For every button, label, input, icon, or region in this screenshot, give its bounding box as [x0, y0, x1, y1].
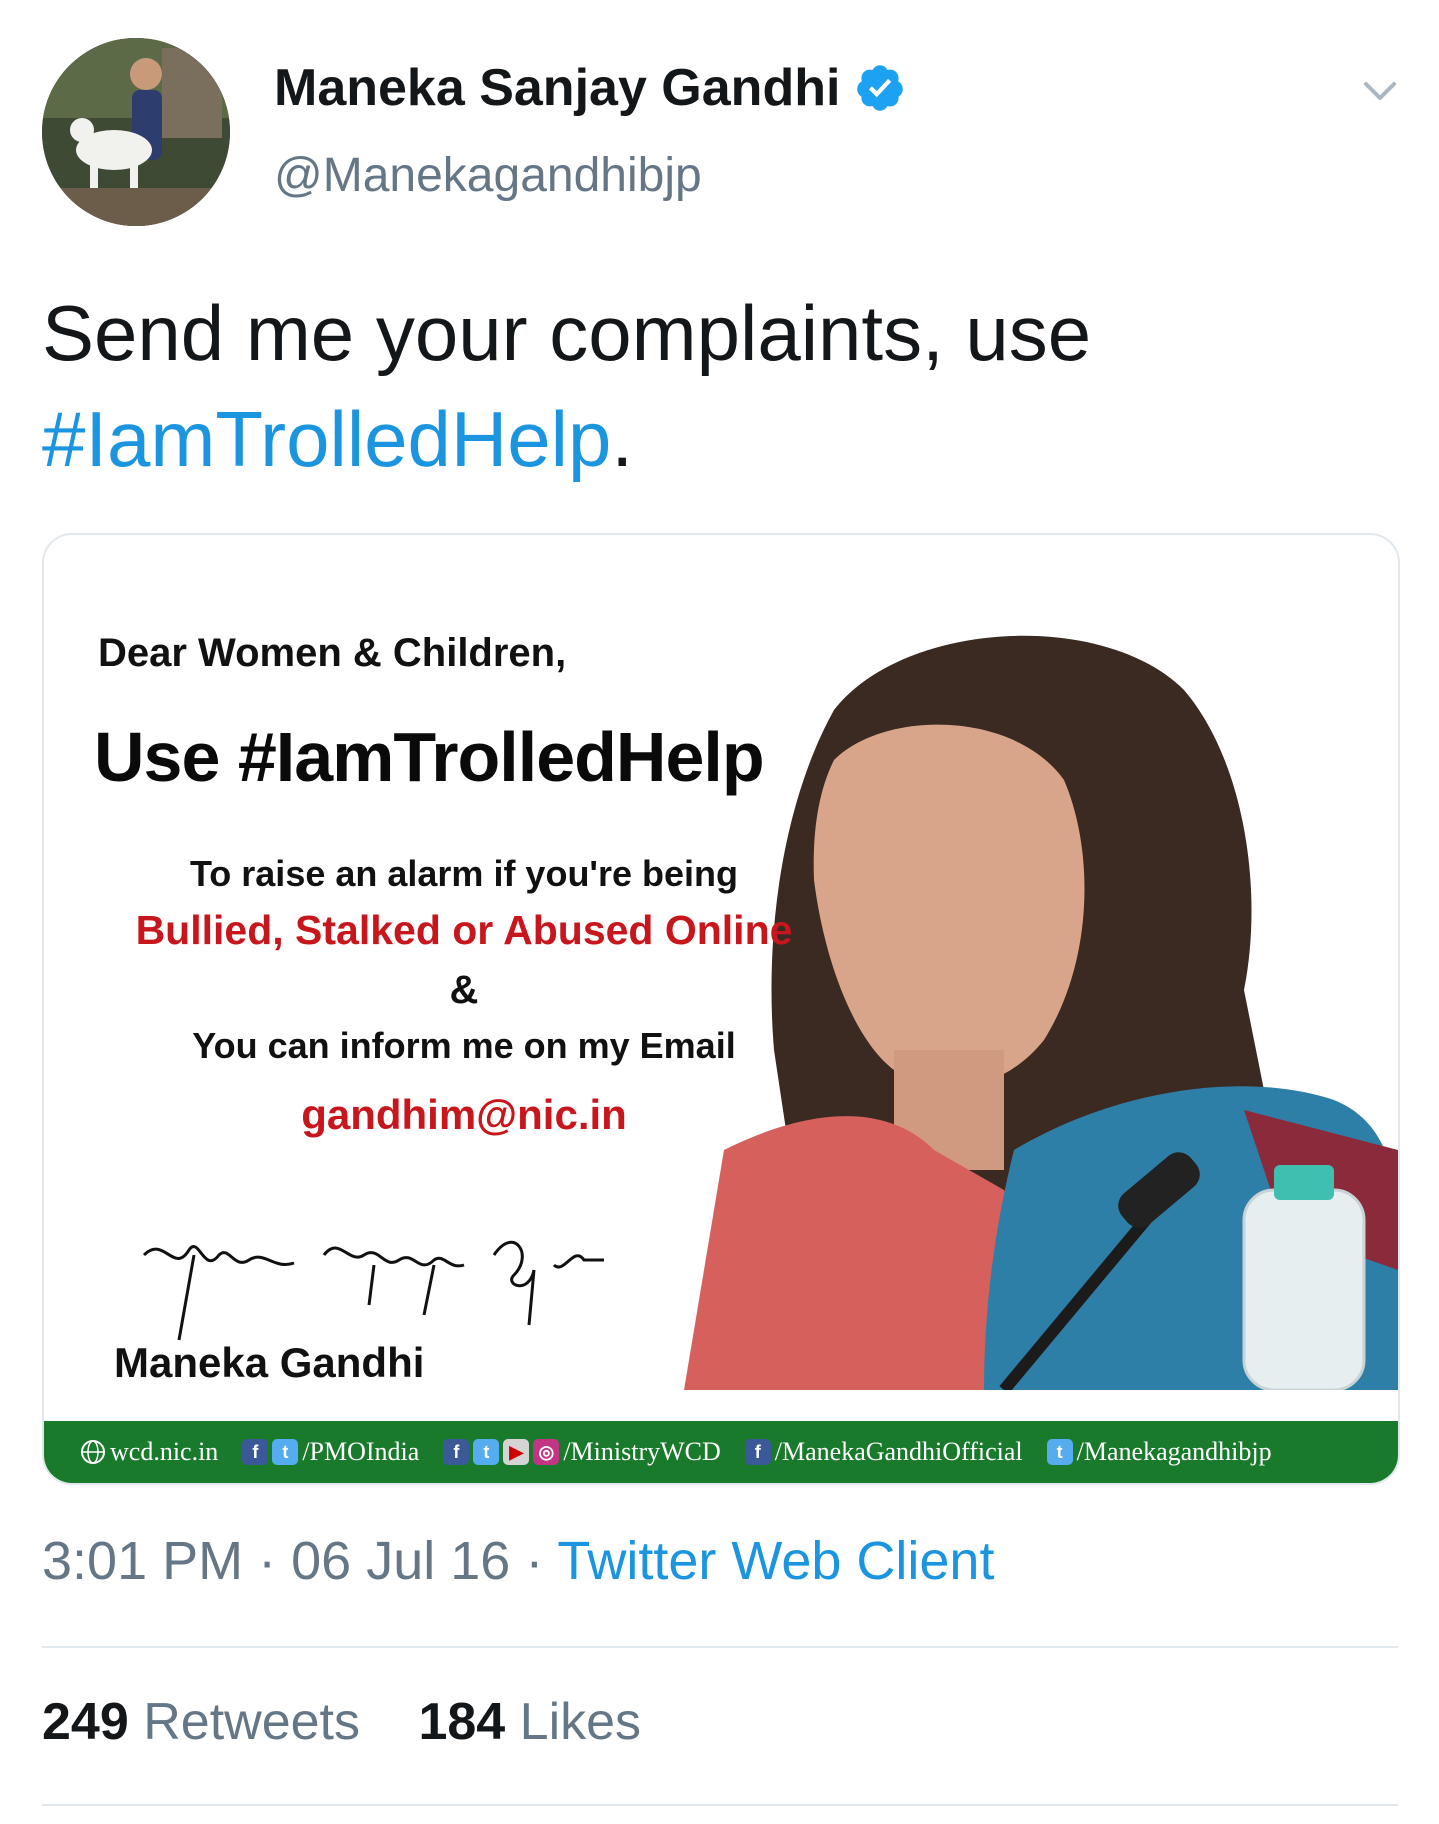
- footer-official: f /ManekaGandhiOfficial: [744, 1437, 1023, 1467]
- retweets-stat[interactable]: 249 Retweets: [42, 1692, 360, 1752]
- twitter-icon: t: [1046, 1439, 1073, 1465]
- author-avatar[interactable]: [42, 38, 230, 226]
- poster-line-email-intro: You can inform me on my Email: [192, 1025, 736, 1066]
- tweet-meta: 3:01 PM · 06 Jul 16 · Twitter Web Client: [42, 1530, 994, 1592]
- poster-greeting: Dear Women & Children,: [98, 631, 567, 675]
- footer-twitter: t /Manekagandhibjp: [1046, 1437, 1272, 1467]
- tweet-date[interactable]: 06 Jul 16: [291, 1531, 510, 1591]
- author-name[interactable]: Maneka Sanjay Gandhi: [274, 56, 906, 120]
- poster-signed-name: Maneka Gandhi: [114, 1339, 425, 1386]
- meta-separator: ·: [258, 1531, 277, 1591]
- likes-count: 184: [418, 1693, 506, 1751]
- twitter-icon: t: [272, 1439, 299, 1465]
- poster-line-alarm: To raise an alarm if you're being: [189, 853, 739, 894]
- poster-headline: Use #IamTrolledHelp: [94, 718, 765, 796]
- tweet-stats: 249 Retweets 184 Likes: [42, 1692, 685, 1752]
- footer-site-text: wcd.nic.in: [110, 1437, 219, 1466]
- footer-twitter-text: /Manekagandhibjp: [1076, 1437, 1272, 1466]
- footer-ministry: f t ▶ ◎ /MinistryWCD: [443, 1437, 721, 1467]
- poster-footer-bar: wcd.nic.in f t /PMOIndia f t ▶ ◎ /Minist…: [44, 1421, 1398, 1483]
- retweets-label: Retweets: [143, 1693, 360, 1751]
- verified-badge-icon: [854, 62, 906, 114]
- footer-official-text: /ManekaGandhiOfficial: [774, 1437, 1023, 1466]
- facebook-icon: f: [242, 1439, 269, 1465]
- handwritten-signature: [142, 1240, 604, 1341]
- divider: [42, 1804, 1398, 1806]
- instagram-icon: ◎: [533, 1439, 560, 1465]
- likes-stat[interactable]: 184 Likes: [418, 1692, 641, 1752]
- hashtag-link[interactable]: #IamTrolledHelp: [42, 395, 611, 483]
- tweet-source-link[interactable]: Twitter Web Client: [557, 1531, 994, 1591]
- author-display-name: Maneka Sanjay Gandhi: [274, 59, 841, 117]
- twitter-icon: t: [473, 1439, 500, 1465]
- chevron-down-icon[interactable]: [1358, 70, 1402, 114]
- tweet-text-prefix: Send me your complaints, use: [42, 289, 1092, 377]
- tweet-time[interactable]: 3:01 PM: [42, 1531, 243, 1591]
- poster-line-bullied: Bullied, Stalked or Abused Online: [135, 907, 793, 953]
- poster-line-ampersand: &: [449, 968, 479, 1012]
- avatar-photo: [42, 38, 230, 226]
- footer-pmo: f t /PMOIndia: [242, 1437, 419, 1467]
- youtube-icon: ▶: [503, 1439, 530, 1465]
- retweets-count: 249: [42, 1693, 129, 1751]
- footer-pmo-text: /PMOIndia: [302, 1437, 420, 1466]
- facebook-icon: f: [443, 1439, 470, 1465]
- poster-email: gandhim@nic.in: [301, 1091, 627, 1138]
- author-handle[interactable]: @Manekagandhibjp: [274, 146, 702, 206]
- likes-label: Likes: [519, 1693, 642, 1751]
- tweet-text-suffix: .: [611, 395, 634, 483]
- meta-separator: ·: [525, 1531, 544, 1591]
- globe-icon: [80, 1439, 106, 1465]
- tweet-text: Send me your complaints, use #IamTrolled…: [42, 280, 1402, 492]
- footer-site: wcd.nic.in: [80, 1437, 218, 1467]
- facebook-icon: f: [744, 1439, 771, 1465]
- tweet-media-card[interactable]: Dear Women & Children, Use #IamTrolledHe…: [42, 533, 1400, 1485]
- footer-ministry-text: /MinistryWCD: [563, 1437, 721, 1466]
- divider: [42, 1646, 1398, 1648]
